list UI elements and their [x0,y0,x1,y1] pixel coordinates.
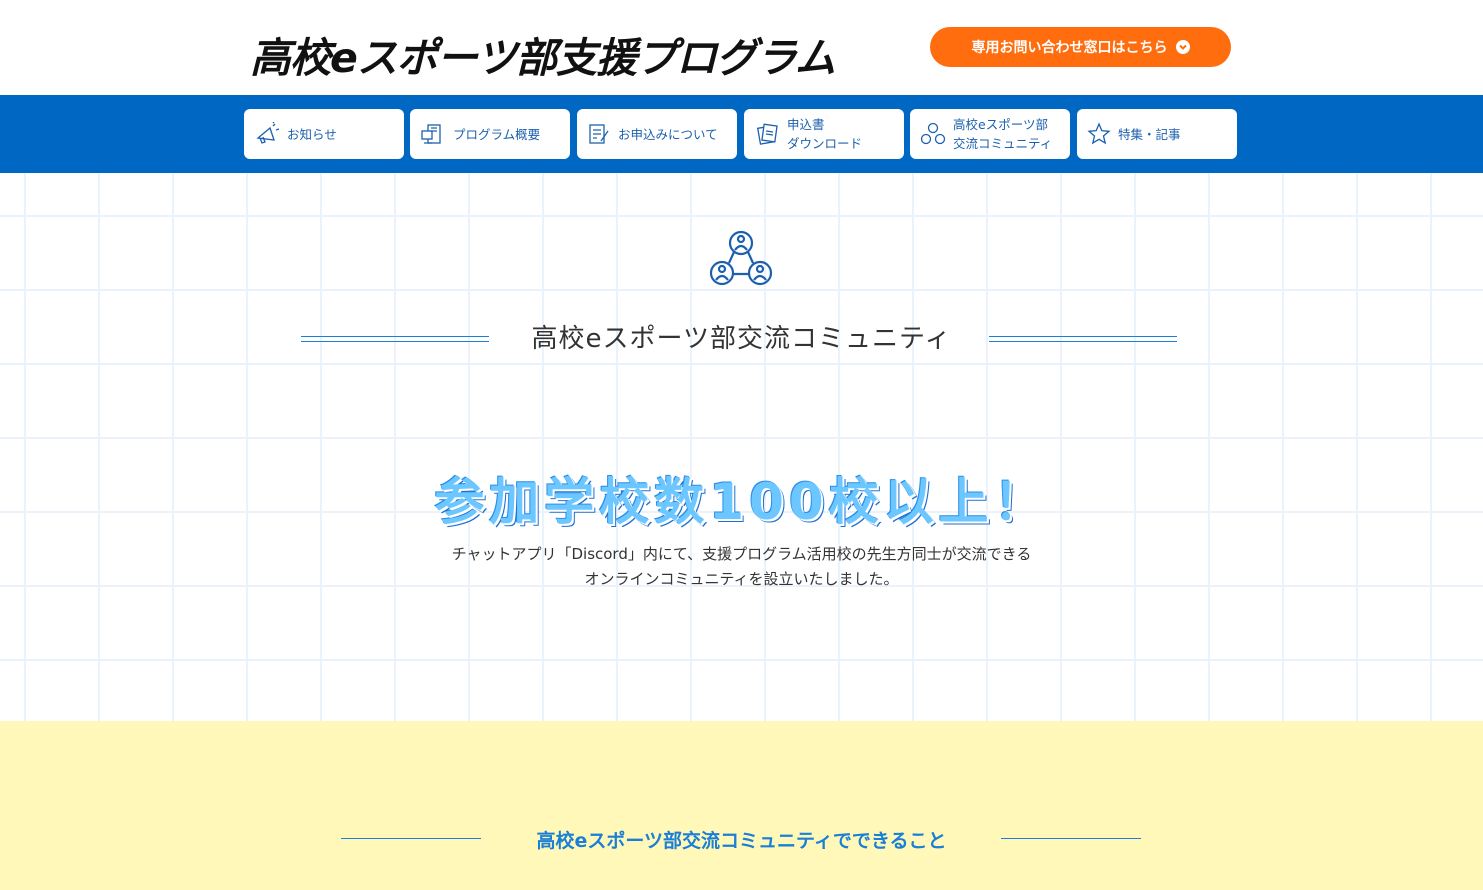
nav-item-news[interactable]: お知らせ [244,109,404,159]
features-title-line-right [1001,838,1141,839]
contact-button-label: 専用お問い合わせ窓口はこちら [971,40,1168,56]
star-icon [1087,122,1111,145]
megaphone-icon [256,122,280,144]
headline: 参加学校数100校以上！ [434,473,1049,531]
nav-item-label: お知らせ [287,126,337,142]
features-section [0,721,1483,890]
description-line: オンラインコミュニティを設立いたしました。 [584,570,899,588]
nav-item-features[interactable]: 特集・記事 [1077,109,1237,159]
title-decoration-right [989,336,1177,342]
contact-button[interactable]: 専用お問い合わせ窓口はこちら [930,27,1231,67]
nav-item-download[interactable]: 申込書 ダウンロード [744,109,904,159]
nav-item-label: 特集・記事 [1118,126,1181,142]
site-header: 高校eスポーツ部支援プログラム 専用お問い合わせ窓口はこちら [0,0,1483,95]
nav-item-label: お申込みについて [618,126,718,142]
nav-item-program-overview[interactable]: プログラム概要 [410,109,570,159]
computer-icon [421,124,441,144]
nav-item-label: 申込書 ダウンロード [787,117,863,151]
global-nav: お知らせ プログラム概要 お申込みについて 申込書 ダウンロード 高校eスポーツ部… [0,95,1483,173]
section-title: 高校eスポーツ部交流コミュニティ [531,324,952,354]
document-download-icon [756,123,778,145]
nav-item-label: 高校eスポーツ部 交流コミュニティ [953,117,1053,151]
description-line: チャットアプリ「Discord」内にて、支援プログラム活用校の先生方同士が交流で… [451,545,1032,563]
form-icon [589,124,609,144]
nav-item-community[interactable]: 高校eスポーツ部 交流コミュニティ [910,109,1070,159]
chevron-down-icon [1175,40,1190,54]
nav-item-label: プログラム概要 [453,126,541,142]
community-icon [920,122,946,145]
description: チャットアプリ「Discord」内にて、支援プログラム活用校の先生方同士が交流で… [0,542,1483,592]
features-title: 高校eスポーツ部交流コミュニティでできること [536,830,947,852]
site-logo[interactable]: 高校eスポーツ部支援プログラム [250,24,836,84]
community-icon [709,230,773,286]
nav-item-application[interactable]: お申込みについて [577,109,737,159]
